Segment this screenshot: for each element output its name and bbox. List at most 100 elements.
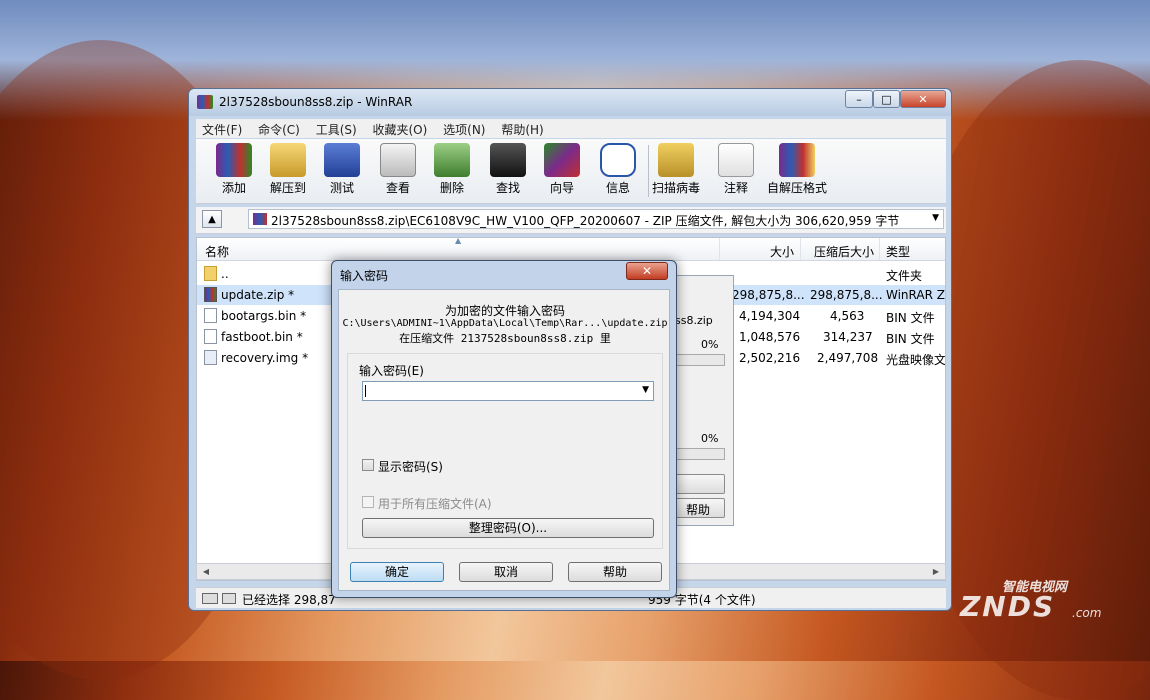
- file-icon: [204, 329, 217, 344]
- comment-icon: [718, 143, 754, 177]
- file-type: 文件夹: [886, 269, 923, 283]
- toolbar-label: 添加: [221, 181, 246, 195]
- file-packed: 298,875,8...: [810, 288, 883, 302]
- address-path: 2l37528sboun8ss8.zip\EC6108V9C_HW_V100_Q…: [271, 214, 900, 228]
- minimize-button[interactable]: –: [845, 90, 873, 108]
- menu-tools[interactable]: 工具(S): [310, 119, 363, 138]
- chevron-down-icon[interactable]: ▼: [642, 385, 649, 395]
- dialog-title: 输入密码: [340, 269, 389, 283]
- extract-to-icon: [270, 143, 306, 177]
- column-divider: [719, 238, 720, 260]
- menu-options[interactable]: 选项(N): [437, 119, 491, 138]
- column-type[interactable]: 类型: [886, 243, 910, 260]
- scroll-right-icon[interactable]: ▶: [929, 565, 943, 578]
- help-button[interactable]: 帮助: [568, 562, 662, 582]
- ok-button[interactable]: 确定: [350, 562, 444, 582]
- progress-help-label: 帮助: [686, 503, 711, 517]
- file-name: fastboot.bin *: [221, 330, 303, 344]
- maximize-button[interactable]: □: [873, 90, 900, 108]
- file-type: 光盘映像文: [886, 353, 946, 367]
- text-caret: [365, 385, 366, 397]
- column-name[interactable]: 名称: [205, 243, 229, 260]
- show-password-label: 显示密码(S): [378, 460, 443, 474]
- znds-watermark-logo: 智能电视网 ZNDS .com: [954, 570, 1124, 630]
- chevron-down-icon[interactable]: ▼: [932, 213, 939, 223]
- toolbar-view-button[interactable]: 查看: [372, 143, 424, 196]
- progress-percent-1: 0%: [701, 338, 719, 351]
- toolbar-delete-button[interactable]: 删除: [426, 143, 478, 196]
- title-bar[interactable]: 2l37528sboun8ss8.zip - WinRAR – □ ✕: [189, 89, 951, 116]
- password-input[interactable]: ▼: [362, 381, 654, 401]
- toolbar-label: 删除: [439, 181, 464, 195]
- up-folder-button[interactable]: ▲: [202, 210, 222, 228]
- list-header: 名称 ▲ 大小 压缩后大小 类型: [197, 238, 945, 261]
- column-packed[interactable]: 压缩后大小: [814, 243, 874, 260]
- file-type: BIN 文件: [886, 332, 935, 346]
- cancel-button[interactable]: 取消: [459, 562, 553, 582]
- address-field[interactable]: 2l37528sboun8ss8.zip\EC6108V9C_HW_V100_Q…: [248, 209, 944, 229]
- toolbar-sfx-button[interactable]: 自解压格式: [762, 143, 832, 196]
- column-divider: [879, 238, 880, 260]
- drive-icon: [202, 593, 218, 604]
- file-name: bootargs.bin *: [221, 309, 307, 323]
- virus-scan-icon: [658, 143, 694, 177]
- dialog-prompt: 为加密的文件输入密码: [444, 304, 565, 318]
- dialog-body: 为加密的文件输入密码 C:\Users\ADMINI~1\AppData\Loc…: [338, 289, 670, 591]
- toolbar-info-button[interactable]: 信息: [592, 143, 644, 196]
- delete-icon: [434, 143, 470, 177]
- show-password-checkbox[interactable]: [362, 459, 374, 471]
- toolbar-test-button[interactable]: 测试: [316, 143, 368, 196]
- file-type: BIN 文件: [886, 311, 935, 325]
- test-icon: [324, 143, 360, 177]
- file-size: 298,875,8...: [732, 288, 805, 302]
- close-button[interactable]: ✕: [900, 90, 946, 108]
- menu-commands[interactable]: 命令(C): [252, 119, 306, 138]
- wizard-icon: [544, 143, 580, 177]
- toolbar-wizard-button[interactable]: 向导: [536, 143, 588, 196]
- watermark-brand: ZNDS: [960, 590, 1056, 623]
- progress-bar-1: [671, 354, 725, 366]
- rar-archive-icon: [204, 287, 217, 302]
- disc-image-icon: [204, 350, 217, 365]
- toolbar: 添加 解压到 测试 查看 删除 查找 向导 信息 扫描病毒 注释 自解压格式: [196, 139, 946, 204]
- progress-percent-2: 0%: [701, 432, 719, 445]
- password-label: 输入密码(E): [359, 364, 424, 378]
- password-dialog: 输入密码 ✕ 为加密的文件输入密码 C:\Users\ADMINI~1\AppD…: [331, 260, 677, 598]
- toolbar-label: 向导: [549, 181, 574, 195]
- column-size[interactable]: 大小: [770, 243, 794, 260]
- toolbar-extract-button[interactable]: 解压到: [262, 143, 314, 196]
- folder-icon: [204, 266, 217, 281]
- file-size: 2,502,216: [739, 351, 801, 365]
- add-archive-icon: [216, 143, 252, 177]
- watermark-suffix: .com: [1072, 606, 1102, 620]
- organize-passwords-button[interactable]: 整理密码(O)...: [362, 518, 654, 538]
- toolbar-find-button[interactable]: 查找: [482, 143, 534, 196]
- menu-favorites[interactable]: 收藏夹(O): [367, 119, 434, 138]
- toolbar-comment-button[interactable]: 注释: [710, 143, 762, 196]
- file-packed: 314,237: [823, 330, 873, 344]
- scroll-left-icon[interactable]: ◀: [199, 565, 213, 578]
- file-packed: 2,497,708: [817, 351, 879, 365]
- column-divider: [800, 238, 801, 260]
- toolbar-label: 解压到: [269, 181, 306, 195]
- file-name: ..: [221, 267, 229, 281]
- winrar-app-icon: [197, 95, 213, 109]
- toolbar-label: 测试: [329, 181, 354, 195]
- info-icon: [600, 143, 636, 177]
- file-icon: [204, 308, 217, 323]
- zip-icon: [253, 213, 267, 225]
- dialog-close-button[interactable]: ✕: [626, 262, 668, 280]
- toolbar-virus-scan-button[interactable]: 扫描病毒: [646, 143, 706, 196]
- file-size: 4,194,304: [739, 309, 801, 323]
- toolbar-label: 信息: [605, 181, 630, 195]
- use-for-all-label: 用于所有压缩文件(A): [378, 497, 492, 511]
- menu-help[interactable]: 帮助(H): [495, 119, 549, 138]
- dialog-file-path: C:\Users\ADMINI~1\AppData\Local\Temp\Rar…: [342, 318, 668, 329]
- file-packed: 4,563: [830, 309, 865, 323]
- toolbar-label: 查找: [495, 181, 520, 195]
- toolbar-label: 扫描病毒: [651, 181, 700, 195]
- toolbar-label: 自解压格式: [766, 181, 827, 195]
- toolbar-add-button[interactable]: 添加: [208, 143, 260, 196]
- menu-file[interactable]: 文件(F): [196, 119, 248, 138]
- dialog-archive-name: 在压缩文件 2137528sboun8ss8.zip 里: [399, 332, 611, 345]
